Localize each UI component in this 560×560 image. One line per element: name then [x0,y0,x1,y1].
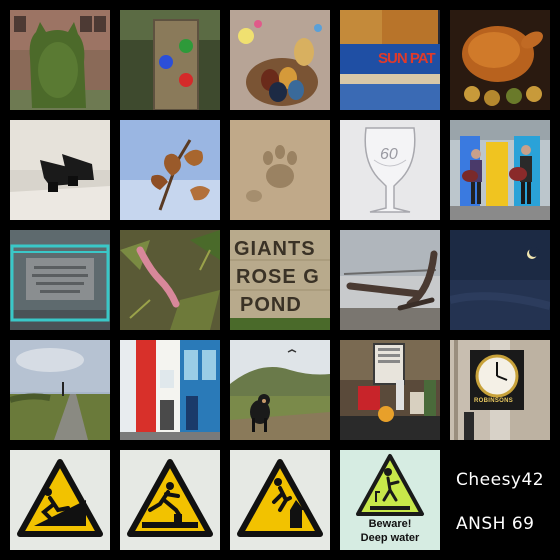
tile-cliff-fall-sign[interactable] [230,450,330,550]
anchor-photo [340,230,440,330]
footprint-photo [230,120,330,220]
tile-slippery-slope-sign[interactable] [10,450,110,550]
wine-glass-photo [340,120,440,220]
street-photo [120,340,220,440]
tile-country-path[interactable] [10,340,110,440]
tile-cafe-counter[interactable] [340,340,440,440]
tile-drummers[interactable] [450,120,550,220]
waymarker-post-photo [120,10,220,110]
photo-mosaic: SUN PAT 60 GIANTS ROSE G POND ROBINSONS … [0,0,560,560]
platform-shoes-photo [10,120,110,220]
tile-colourful-street[interactable] [120,340,220,440]
tile-waymarker-post[interactable] [120,10,220,110]
glass-number-text: 60 [380,146,398,163]
tile-wine-glass-60[interactable]: 60 [340,120,440,220]
giants-sign-line2: ROSE G [236,266,320,288]
slippery-slope-sign-icon [10,450,110,550]
tile-street-clock[interactable]: ROBINSONS [450,340,550,440]
tile-earthworm[interactable] [120,230,220,330]
oak-leaves-photo [120,120,220,220]
jam-label-text: SUN PAT [378,50,436,67]
roast-chicken-photo [450,10,550,110]
tile-commemorative-plaque[interactable] [10,230,110,330]
caption-tag: ANSH 69 [456,514,535,534]
giants-sign-line1: GIANTS [234,238,316,260]
plaque-photo [10,230,110,330]
tile-anchor-sculpture[interactable] [340,230,440,330]
tile-animal-footprint[interactable] [230,120,330,220]
tile-oak-leaves-sky[interactable] [120,120,220,220]
tile-topiary-cat[interactable] [10,10,110,110]
tile-roast-chicken[interactable] [450,10,550,110]
tile-jam-jars[interactable]: SUN PAT [340,10,440,110]
tile-deep-water-sign[interactable]: Beware! Deep water [340,450,440,550]
tile-platform-shoes[interactable] [10,120,110,220]
tile-easter-eggs-basket[interactable] [230,10,330,110]
cafe-counter-photo [340,340,440,440]
giants-sign-line3: POND [240,294,302,316]
deep-water-line1: Beware! [368,518,412,530]
street-clock-photo [450,340,550,440]
moon-sky-photo [450,230,550,330]
country-path-photo [10,340,110,440]
easter-eggs-photo [230,10,330,110]
clock-shop-sign-text: ROBINSONS [474,398,514,404]
tile-moon-night-sky[interactable] [450,230,550,330]
tile-giants-rose-garden-sign[interactable]: GIANTS ROSE G POND [230,230,330,330]
deep-water-line2: Deep water [360,532,420,544]
drummers-photo [450,120,550,220]
caption-cell: Cheesy42 ANSH 69 [450,450,560,550]
cliff-fall-sign-icon [230,450,330,550]
trip-hazard-sign-icon [120,450,220,550]
tile-trip-hazard-sign[interactable] [120,450,220,550]
tile-dog-hills[interactable] [230,340,330,440]
dog-hills-photo [230,340,330,440]
topiary-cat-photo [10,10,110,110]
caption-username: Cheesy42 [456,470,545,490]
earthworm-photo [120,230,220,330]
